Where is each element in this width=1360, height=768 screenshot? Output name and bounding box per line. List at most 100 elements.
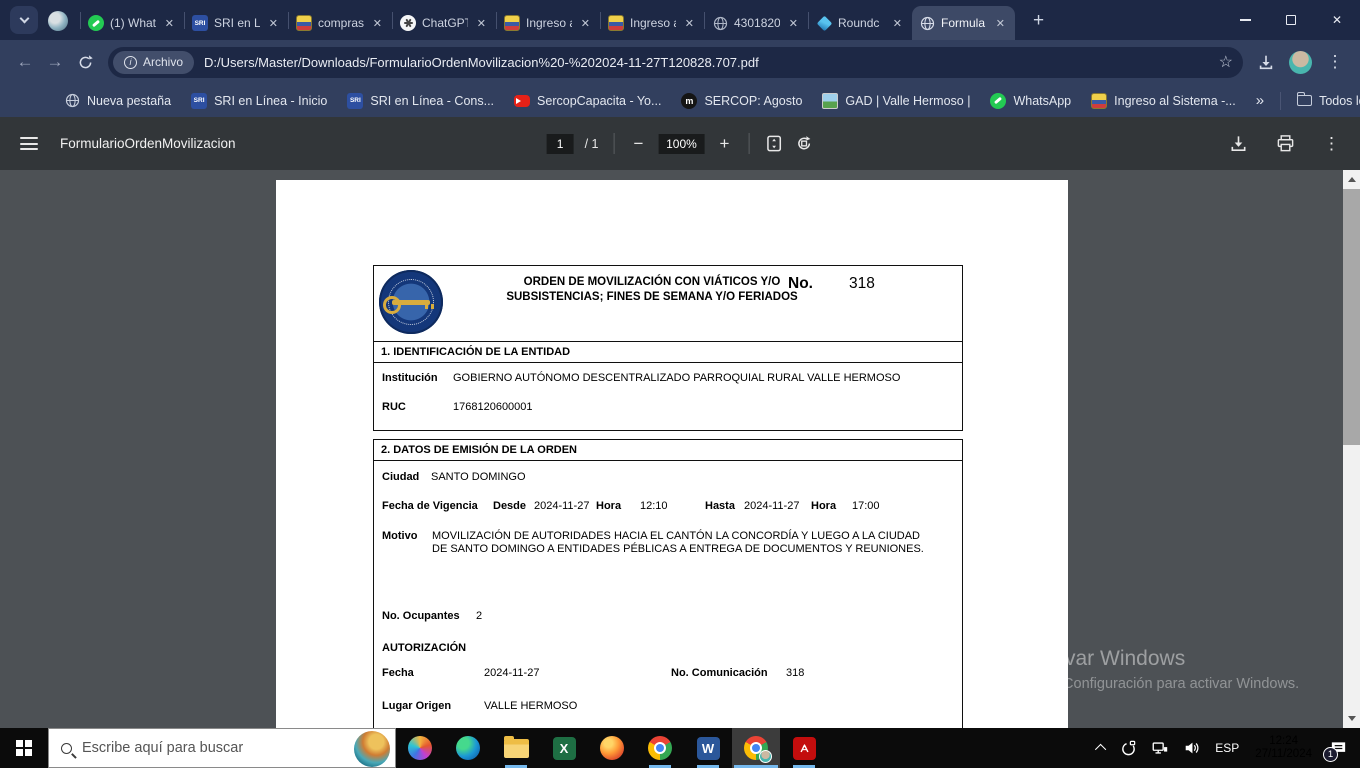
- tray-chevron-up[interactable]: [1091, 728, 1113, 768]
- watermark-line2: Ve a Configuración para activar Windows.: [1030, 676, 1300, 692]
- all-bookmarks-button[interactable]: Todos los marcadores: [1297, 92, 1360, 108]
- taskbar-search-input[interactable]: [82, 740, 383, 756]
- taskbar-copilot[interactable]: [396, 728, 444, 768]
- whatsapp-icon: [88, 15, 104, 31]
- tab-roundcube[interactable]: Roundc ✕: [809, 6, 912, 40]
- browser-toolbar: ← → i Archivo ☆ ⋮: [0, 40, 1360, 84]
- roundcube-icon: [816, 15, 832, 31]
- pinned-tab-favicon[interactable]: [48, 11, 68, 31]
- search-highlight-icon[interactable]: [354, 731, 390, 767]
- bookmark-gad-valle-hermoso[interactable]: GAD | Valle Hermoso |: [822, 92, 970, 109]
- watermark-line1: Activar Windows: [1030, 647, 1186, 670]
- scroll-up-button[interactable]: [1343, 172, 1360, 187]
- zoom-level-input[interactable]: [658, 133, 705, 154]
- scrollbar-thumb[interactable]: [1343, 189, 1360, 445]
- bookmark-whatsapp[interactable]: WhatsApp: [990, 92, 1071, 109]
- reload-icon[interactable]: [70, 47, 100, 77]
- ruc-value: 1768120600001: [453, 400, 533, 413]
- tab-chatgpt[interactable]: ChatGPT ✕: [393, 6, 496, 40]
- fit-to-page-icon[interactable]: [764, 134, 783, 153]
- scrollbar[interactable]: [1343, 170, 1360, 728]
- new-tab-button[interactable]: +: [1027, 10, 1050, 32]
- taskbar-word[interactable]: W: [684, 728, 732, 768]
- tray-volume-icon[interactable]: [1176, 728, 1208, 768]
- tray-sync-icon[interactable]: [1113, 728, 1144, 768]
- tab-compras[interactable]: compras ✕: [289, 6, 392, 40]
- tab-ingreso-2[interactable]: Ingreso a ✕: [601, 6, 704, 40]
- bookmark-sercopcapacita[interactable]: SercopCapacita - Yo...: [514, 94, 661, 108]
- close-icon[interactable]: ✕: [682, 16, 697, 31]
- tab-4301820[interactable]: 4301820 ✕: [705, 6, 808, 40]
- taskbar-edge[interactable]: [444, 728, 492, 768]
- ecuador-arms-icon: [504, 15, 520, 31]
- taskbar-clock[interactable]: 12:24 27/11/2024: [1246, 735, 1321, 762]
- taskbar-chrome-active[interactable]: [732, 728, 780, 768]
- taskbar-file-explorer[interactable]: [492, 728, 540, 768]
- bookmark-sercop-agosto[interactable]: m SERCOP: Agosto: [681, 92, 802, 109]
- pdf-download-icon[interactable]: [1229, 134, 1248, 153]
- pdf-document-title: FormularioOrdenMovilizacion: [60, 136, 236, 151]
- profile-avatar[interactable]: [1289, 50, 1312, 74]
- forward-icon[interactable]: →: [40, 47, 70, 77]
- download-icon[interactable]: [1251, 47, 1281, 77]
- notification-center-button[interactable]: 1: [1321, 728, 1360, 768]
- url-input[interactable]: [204, 54, 1213, 70]
- tab-ingreso-1[interactable]: Ingreso a ✕: [497, 6, 600, 40]
- close-window-button[interactable]: ✕: [1314, 0, 1360, 40]
- tab-search-button[interactable]: [10, 6, 38, 34]
- pdf-toolbar: FormularioOrdenMovilizacion / 1 − + ⋮: [0, 117, 1360, 170]
- bookmark-sri-inicio[interactable]: SRI SRI en Línea - Inicio: [191, 92, 327, 109]
- taskbar-acrobat[interactable]: [780, 728, 828, 768]
- language-indicator[interactable]: ESP: [1208, 728, 1246, 768]
- tab-sri[interactable]: SRI SRI en Lí ✕: [185, 6, 288, 40]
- back-icon[interactable]: ←: [10, 47, 40, 77]
- scroll-down-button[interactable]: [1343, 711, 1360, 726]
- desde-label: Desde: [493, 500, 527, 512]
- close-icon[interactable]: ✕: [162, 16, 177, 31]
- zoom-out-button[interactable]: −: [630, 134, 648, 154]
- taskbar-chrome[interactable]: [636, 728, 684, 768]
- chatgpt-icon: [400, 15, 416, 31]
- browser-menu-icon[interactable]: ⋮: [1320, 47, 1350, 77]
- page-count-label: / 1: [584, 136, 599, 151]
- close-icon[interactable]: ✕: [890, 16, 905, 31]
- tab-whatsapp[interactable]: (1) What ✕: [81, 6, 184, 40]
- bookmarks-overflow-chevron[interactable]: »: [1256, 92, 1264, 109]
- tray-network-icon[interactable]: [1144, 728, 1176, 768]
- tab-label: Roundc: [838, 16, 880, 30]
- address-bar[interactable]: i Archivo ☆: [108, 46, 1243, 78]
- tab-formulario-active[interactable]: Formula ✕: [912, 6, 1015, 40]
- rotate-icon[interactable]: [794, 134, 813, 153]
- bookmark-ingreso-sistema[interactable]: Ingreso al Sistema -...: [1091, 92, 1236, 109]
- close-icon[interactable]: ✕: [474, 16, 489, 31]
- bookmark-star-icon[interactable]: ☆: [1219, 52, 1233, 72]
- page-number-input[interactable]: [546, 133, 574, 154]
- taskbar-excel[interactable]: X: [540, 728, 588, 768]
- file-scheme-chip[interactable]: i Archivo: [113, 50, 195, 74]
- close-icon[interactable]: ✕: [993, 16, 1008, 31]
- start-button[interactable]: [0, 728, 48, 768]
- bookmark-nueva-pestana[interactable]: Nueva pestaña: [64, 93, 171, 109]
- pdf-more-icon[interactable]: ⋮: [1323, 134, 1340, 154]
- close-icon[interactable]: ✕: [266, 16, 281, 31]
- close-icon[interactable]: ✕: [786, 16, 801, 31]
- vigencia-label: Fecha de Vigencia: [382, 500, 478, 512]
- taskbar-search[interactable]: [48, 728, 396, 768]
- bookmark-label: SRI en Línea - Cons...: [370, 93, 495, 108]
- close-icon[interactable]: ✕: [578, 16, 593, 31]
- pdf-print-icon[interactable]: [1276, 134, 1295, 153]
- taskbar-firefox[interactable]: [588, 728, 636, 768]
- minimize-button[interactable]: [1222, 0, 1268, 40]
- tab-label: Ingreso a: [526, 16, 572, 30]
- pdf-page: ORDEN DE MOVILIZACIÓN CON VIÁTICOS Y/O S…: [276, 180, 1068, 728]
- bookmark-label: SercopCapacita - Yo...: [537, 93, 662, 108]
- all-bookmarks-label: Todos los marcadores: [1319, 93, 1360, 108]
- maximize-button[interactable]: [1268, 0, 1314, 40]
- tab-label: 4301820: [734, 16, 780, 30]
- pdf-viewport: ORDEN DE MOVILIZACIÓN CON VIÁTICOS Y/O S…: [0, 170, 1360, 728]
- pdf-menu-icon[interactable]: [20, 137, 38, 150]
- bookmark-sri-consultas[interactable]: SRI SRI en Línea - Cons...: [347, 92, 495, 109]
- zoom-in-button[interactable]: +: [715, 134, 733, 154]
- youtube-icon: [514, 94, 531, 107]
- close-icon[interactable]: ✕: [370, 16, 385, 31]
